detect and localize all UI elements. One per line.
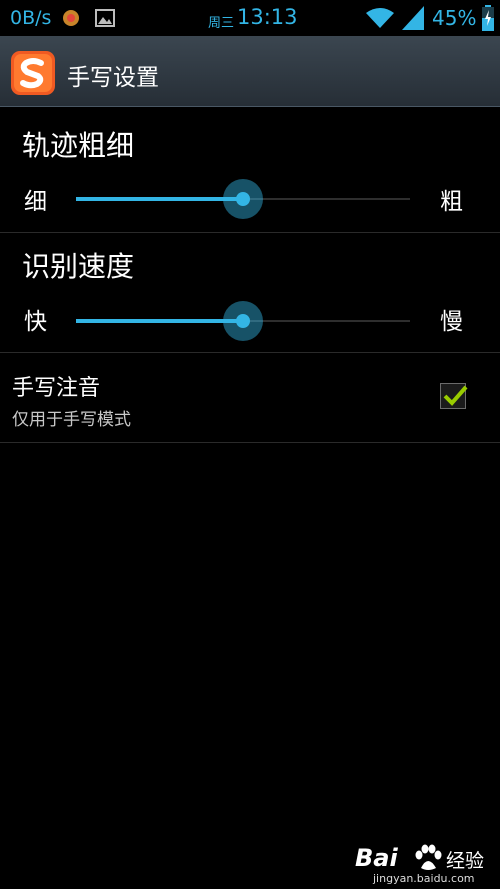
watermark-logo-text-2: 经验	[446, 850, 485, 872]
sogou-logo-icon[interactable]	[10, 50, 56, 96]
speed-min-label: 快	[24, 309, 47, 335]
divider	[0, 442, 500, 443]
network-speed: 0B/s	[10, 7, 52, 29]
checkmark-icon	[443, 385, 468, 406]
divider	[0, 352, 500, 353]
image-icon	[95, 9, 115, 27]
battery-percent: 45%	[432, 6, 477, 30]
pref-summary: 仅用于手写模式	[12, 410, 131, 430]
recognition-speed-title: 识别速度	[22, 250, 135, 283]
stroke-width-title: 轨迹粗细	[22, 129, 135, 162]
battery-charging-icon	[482, 5, 494, 31]
baidu-paw-icon	[415, 844, 442, 870]
watermark-url: jingyan.baidu.com	[373, 872, 475, 885]
stroke-width-slider[interactable]	[76, 179, 410, 219]
notification-app-icon	[63, 10, 79, 26]
baidu-watermark: Bai 经验 jingyan.baidu.com	[355, 842, 495, 886]
stroke-max-label: 粗	[440, 189, 463, 215]
watermark-logo-text: Bai	[355, 844, 398, 872]
handwriting-pinyin-checkbox[interactable]	[440, 383, 468, 409]
stroke-min-label: 细	[24, 189, 47, 215]
recognition-speed-fill	[76, 319, 243, 323]
stroke-width-thumb[interactable]	[223, 179, 263, 219]
signal-icon	[402, 6, 424, 30]
divider	[0, 232, 500, 233]
page-title: 手写设置	[67, 65, 159, 91]
recognition-speed-thumb[interactable]	[223, 301, 263, 341]
wifi-icon	[366, 8, 394, 28]
recognition-speed-slider[interactable]	[76, 301, 410, 341]
speed-max-label: 慢	[440, 309, 463, 335]
weekday: 周三	[208, 16, 235, 31]
pref-title: 手写注音	[12, 376, 101, 401]
stroke-width-fill	[76, 197, 243, 201]
action-bar: 手写设置	[0, 36, 500, 107]
status-bar: 0B/s 周三 13:13 45%	[0, 0, 500, 36]
clock: 13:13	[237, 5, 298, 29]
